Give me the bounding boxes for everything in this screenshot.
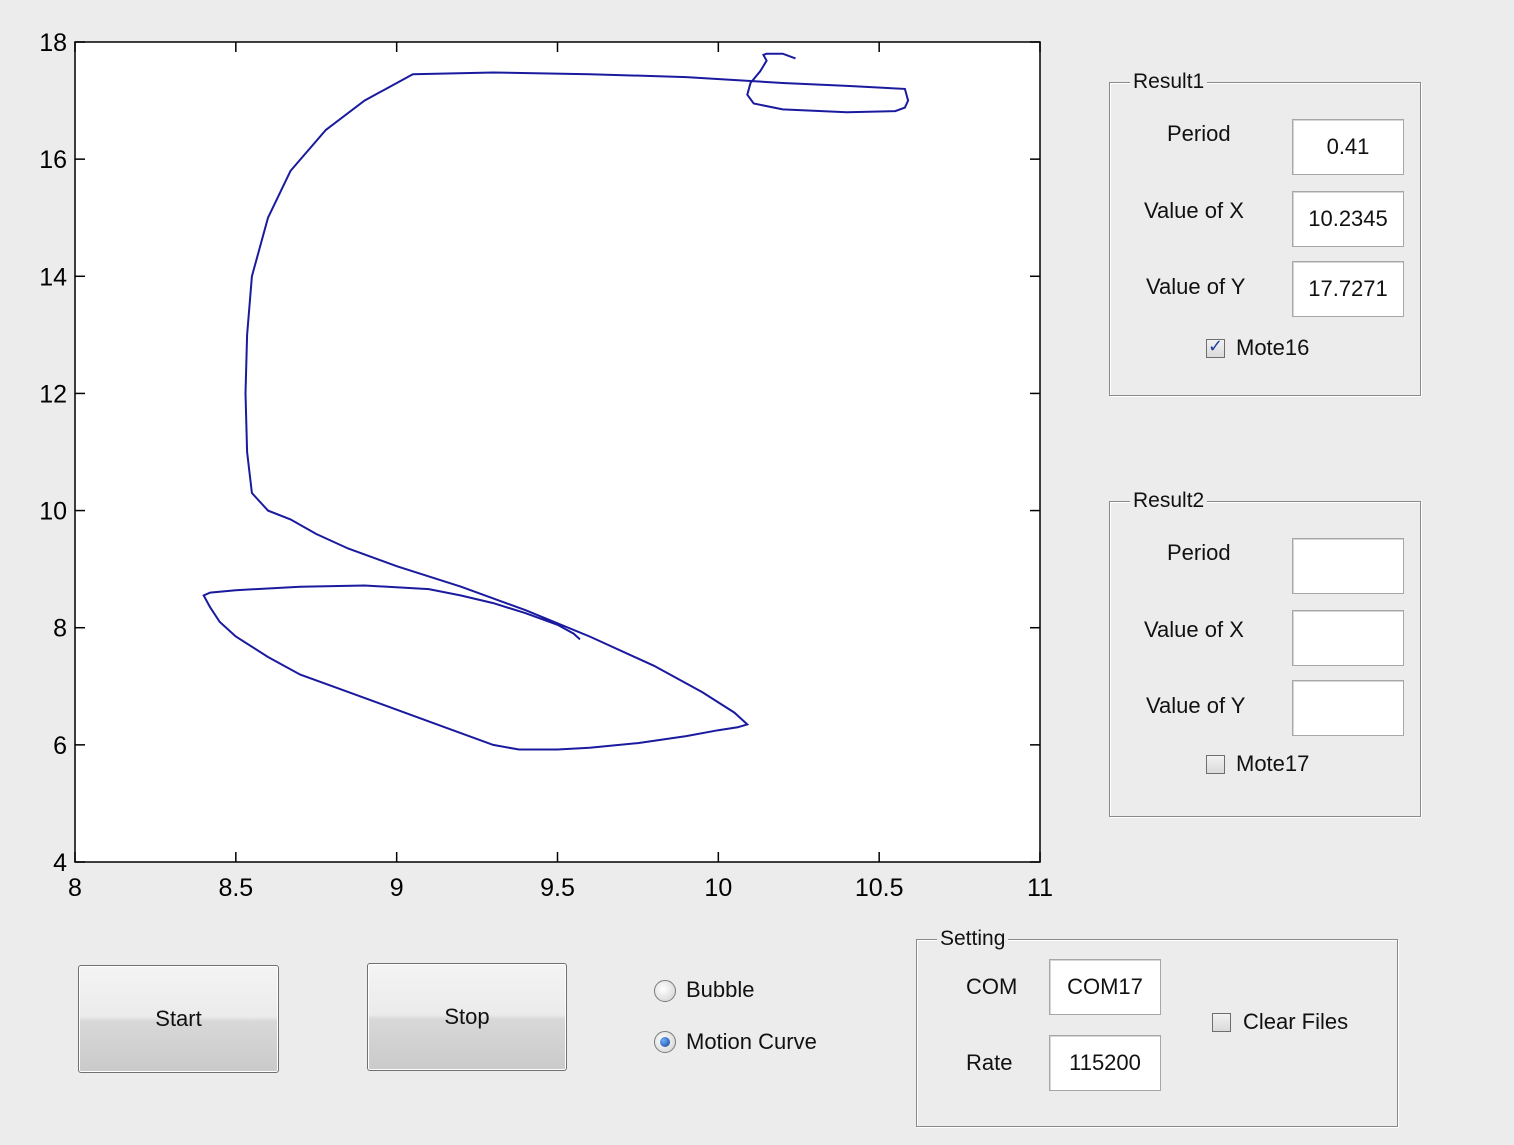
period-field[interactable]: 0.41	[1292, 119, 1404, 175]
period-label: Period	[1167, 540, 1231, 565]
com-field[interactable]: COM17	[1049, 959, 1161, 1015]
x-tick-label: 8	[68, 874, 82, 902]
x-tick-label: 10.5	[855, 874, 904, 902]
rate-field[interactable]: 115200	[1049, 1035, 1161, 1091]
y-tick-label: 6	[53, 732, 67, 760]
mote17-label[interactable]: Mote17	[1236, 751, 1309, 777]
x-tick-label: 11	[1027, 874, 1053, 902]
x-value-field[interactable]: 10.2345	[1292, 191, 1404, 247]
stop-button[interactable]: Stop	[367, 963, 567, 1071]
bubble-radio[interactable]	[654, 980, 676, 1002]
motion-curve-radio[interactable]	[654, 1031, 676, 1053]
y-tick-label: 12	[39, 380, 67, 408]
com-value: COM17	[1067, 974, 1143, 999]
y-value-label: Value of Y	[1146, 693, 1246, 718]
y-tick-label: 8	[53, 615, 67, 643]
rate-label: Rate	[966, 1050, 1013, 1075]
y-tick-label: 16	[39, 146, 67, 174]
x-value-field[interactable]	[1292, 610, 1404, 666]
stop-button-label: Stop	[444, 1004, 490, 1029]
y-value-field[interactable]: 17.7271	[1292, 261, 1404, 317]
y-tick-label: 10	[39, 498, 67, 526]
start-button-label: Start	[155, 1006, 202, 1031]
result2-title: Result2	[1130, 489, 1208, 513]
result1-group: Result1 Period 0.41 Value of X 10.2345 V…	[1109, 70, 1421, 396]
x-value-label: Value of X	[1144, 198, 1244, 223]
result1-title: Result1	[1130, 70, 1208, 94]
motion-curve-radio-label[interactable]: Motion Curve	[686, 1029, 817, 1055]
motion-plot: 8 8.5 9 9.5 10 10.5 11 4 6 8 10 12 14 16 18	[39, 29, 1053, 902]
x-value: 10.2345	[1308, 206, 1388, 231]
setting-title: Setting	[937, 927, 1009, 951]
clear-files-label[interactable]: Clear Files	[1243, 1009, 1348, 1035]
mote17-checkbox[interactable]	[1206, 755, 1225, 774]
result2-group: Result2 Period Value of X Value of Y Mot…	[1109, 489, 1421, 817]
mote16-checkbox[interactable]	[1206, 336, 1225, 358]
period-value: 0.41	[1326, 134, 1370, 159]
x-value-label: Value of X	[1144, 617, 1244, 642]
y-tick-label: 18	[39, 29, 67, 57]
x-tick-label: 9	[390, 874, 404, 902]
y-value: 17.7271	[1308, 276, 1388, 301]
y-value-label: Value of Y	[1146, 274, 1246, 299]
x-tick-label: 9.5	[540, 874, 575, 902]
x-tick-label: 10	[704, 874, 732, 902]
x-tick-label: 8.5	[218, 874, 253, 902]
clear-files-checkbox[interactable]	[1212, 1013, 1231, 1032]
bubble-radio-label[interactable]: Bubble	[686, 977, 755, 1003]
setting-group: Setting COM COM17 Rate 115200 Clear File…	[916, 927, 1398, 1127]
plot-area	[74, 41, 1041, 863]
y-tick-label: 14	[39, 263, 67, 291]
y-value-field[interactable]	[1292, 680, 1404, 736]
start-button[interactable]: Start	[78, 965, 279, 1073]
rate-value: 115200	[1069, 1050, 1141, 1075]
mote16-label[interactable]: Mote16	[1236, 335, 1309, 361]
period-field[interactable]	[1292, 538, 1404, 594]
y-tick-label: 4	[53, 849, 67, 877]
com-label: COM	[966, 974, 1018, 999]
period-label: Period	[1167, 121, 1231, 146]
